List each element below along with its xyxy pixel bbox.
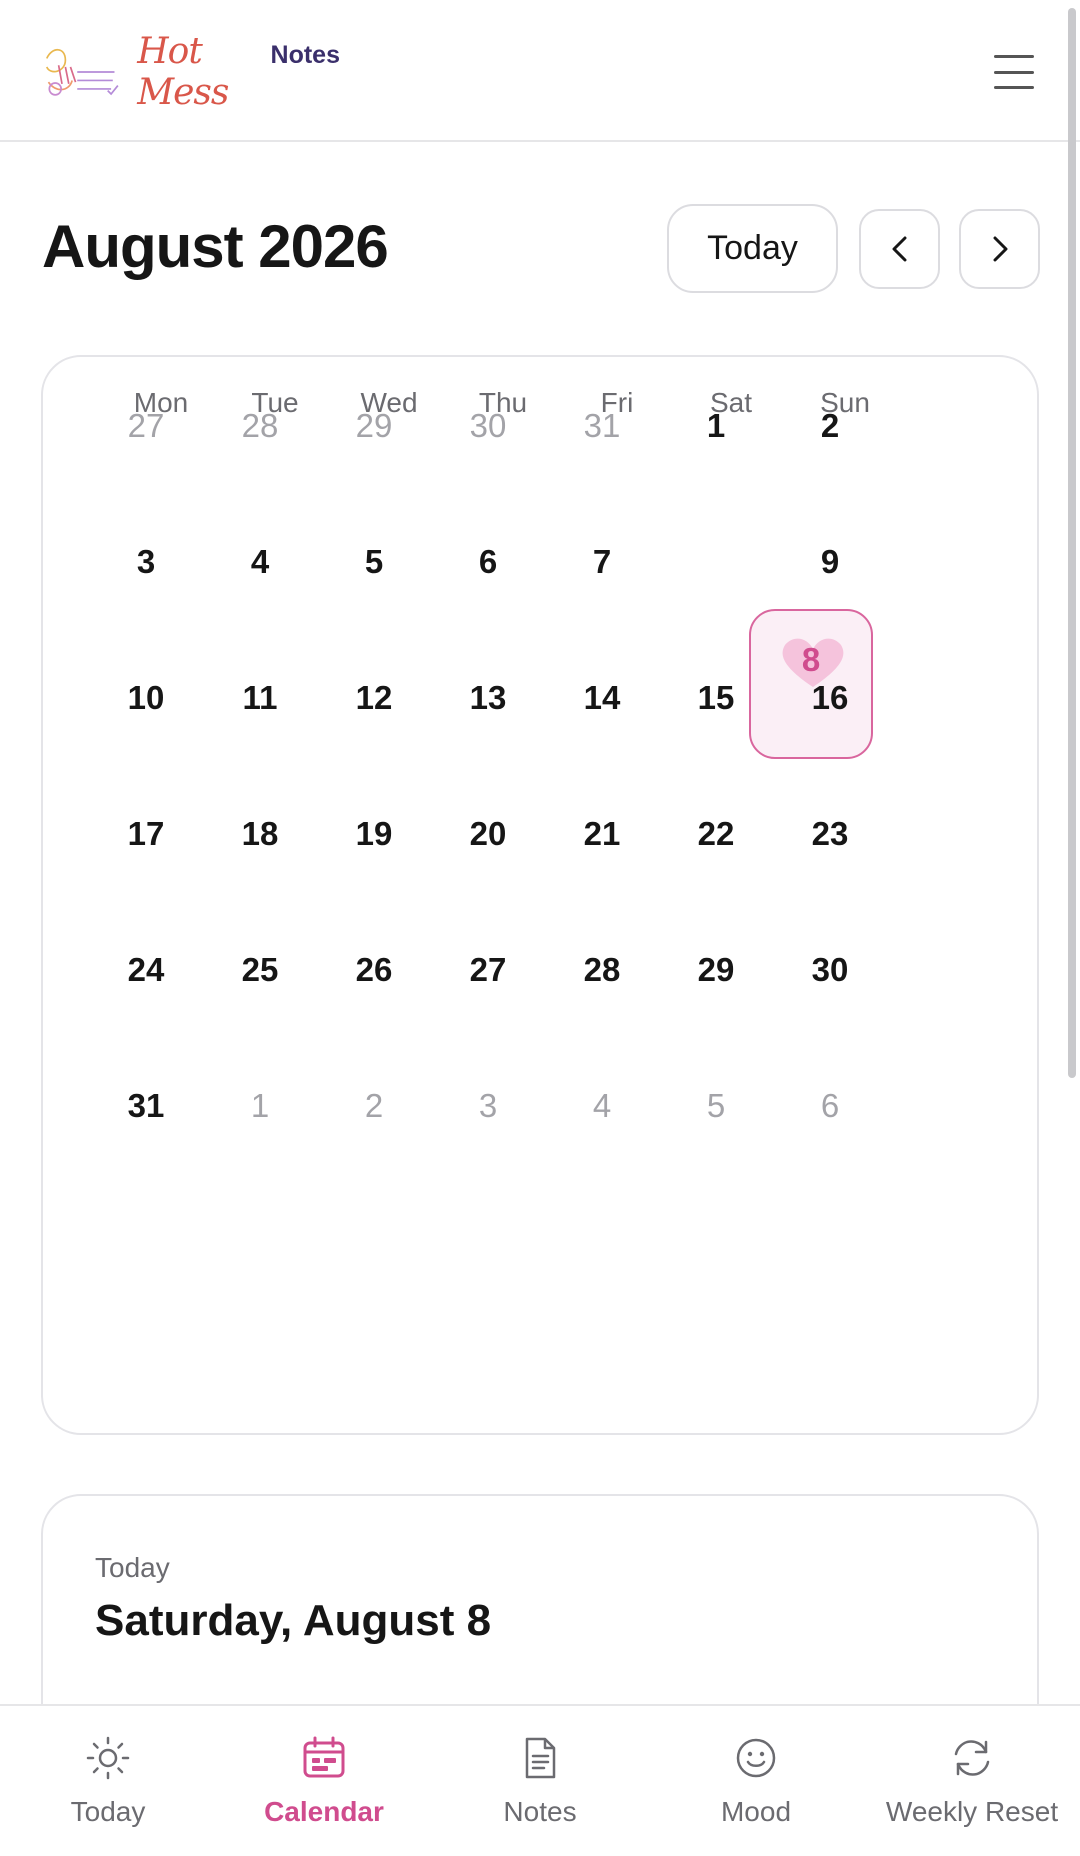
nav-label-calendar: Calendar [264,1796,384,1827]
document-icon [525,1737,556,1779]
scrollbar[interactable] [1068,8,1076,1078]
app-logo[interactable]: Hot Mess Notes [40,31,340,113]
prev-month-button[interactable] [859,209,940,289]
today-card-date: Saturday, August 8 [95,1596,492,1645]
nav-item-notes[interactable]: Notes [432,1706,648,1856]
nav-item-mood[interactable]: Mood [648,1706,864,1856]
calendar-day[interactable]: 23 [760,815,900,853]
logo-main-text: Hot Mess [137,31,229,113]
bottom-navigation: Today Calendar Notes Mood Weekly Reset [0,1704,1080,1856]
nav-label-today: Today [70,1796,146,1827]
nav-label-notes: Notes [503,1796,577,1827]
calendar-icon [303,1736,345,1778]
nav-label-mood: Mood [720,1796,792,1827]
logo-text: Hot Mess Notes [137,31,340,113]
nav-item-calendar[interactable]: Calendar [216,1706,432,1856]
calendar-grid: 8 Mon Tue Wed Thu Fri Sat Sun 27 28 29 30 31 1 2 3 4 5 6 7… [41,355,1039,1435]
calendar-day[interactable]: 7 [532,543,672,581]
logo-sub-text: Notes [270,41,340,69]
calendar-day[interactable]: 6 [760,1087,900,1125]
calendar-day[interactable]: 2 [760,407,900,445]
sun-icon [86,1736,130,1780]
today-button[interactable]: Today [667,204,838,293]
app-header: Hot Mess Notes [0,0,1080,142]
nav-label-weekly-reset: Weekly Reset [885,1796,1059,1827]
calendar-day[interactable]: 30 [760,951,900,989]
refresh-icon [954,1740,990,1776]
selected-day-number: 8 [801,641,821,678]
nav-item-today[interactable]: Today [0,1706,216,1856]
today-card-label: Today [95,1552,170,1583]
month-title: August 2026 [42,213,389,280]
nav-item-weekly-reset[interactable]: Weekly Reset [864,1706,1080,1856]
calendar-day[interactable]: 9 [760,543,900,581]
logo-mark-icon [45,48,119,96]
calendar-day[interactable]: 16 [760,679,900,717]
chevron-left-icon [892,236,906,262]
smiley-icon [736,1738,776,1778]
chevron-right-icon [993,236,1007,262]
hamburger-menu-icon[interactable] [992,50,1036,94]
next-month-button[interactable] [959,209,1040,289]
